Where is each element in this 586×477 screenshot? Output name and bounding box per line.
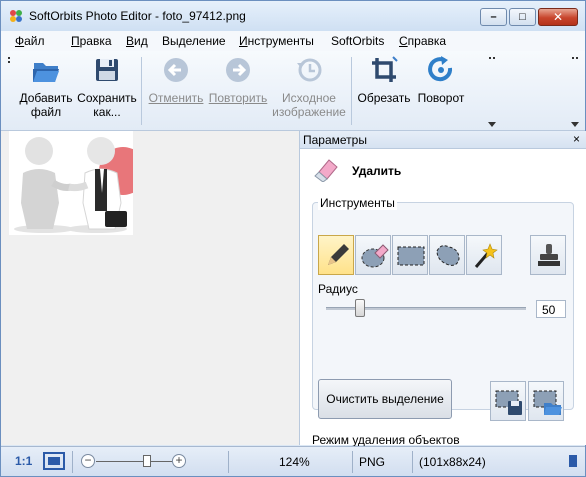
menu-bar: Файл Правка Вид Выделение Инструменты So…	[1, 31, 585, 51]
crop-button[interactable]: Обрезать	[357, 55, 411, 105]
rotate-button[interactable]: Поворот	[413, 55, 469, 105]
menu-view[interactable]: Вид	[126, 34, 148, 48]
menu-tools[interactable]: Инструменты	[239, 34, 314, 48]
save-selection-icon	[495, 390, 522, 415]
status-segment	[1, 451, 413, 473]
window-title: SoftOrbits Photo Editor - foto_97412.png	[29, 9, 246, 23]
radius-slider-thumb[interactable]	[355, 299, 365, 317]
close-window-button[interactable]: ✕	[538, 8, 578, 26]
app-window: SoftOrbits Photo Editor - foto_97412.png…	[0, 0, 586, 477]
main-toolbar: Добавить файл Сохранить как... Отменить	[1, 51, 585, 131]
minimize-icon: –	[490, 11, 497, 23]
eraser-icon	[314, 159, 338, 182]
image-canvas[interactable]	[1, 131, 299, 445]
maximize-button[interactable]: □	[509, 8, 536, 26]
tools-group-label: Инструменты	[318, 196, 397, 210]
pencil-tool-button[interactable]	[318, 235, 354, 275]
save-as-button[interactable]: Сохранить как...	[77, 55, 137, 119]
magic-wand-tool-button[interactable]	[466, 235, 502, 275]
toolbar-separator	[351, 57, 352, 125]
original-clock-icon	[297, 58, 322, 82]
undo-arrow-icon	[164, 58, 188, 82]
removal-mode-label: Режим удаления объектов	[312, 433, 460, 447]
pencil-icon	[328, 244, 349, 265]
lasso-tool-button[interactable]	[429, 235, 465, 275]
section-title: Удалить	[352, 164, 402, 178]
minimize-button[interactable]: –	[480, 8, 507, 26]
status-flag-icon	[569, 455, 577, 467]
redo-arrow-icon	[226, 58, 250, 82]
open-folder-icon	[33, 63, 59, 82]
toolbar-separator	[141, 57, 142, 125]
open-file-button[interactable]: Добавить файл	[17, 55, 75, 119]
stamp-tool-button[interactable]	[530, 235, 566, 275]
original-image-button[interactable]: Исходное изображение	[271, 55, 347, 119]
magic-wand-icon	[474, 243, 498, 268]
maximize-icon: □	[519, 11, 526, 23]
undo-button[interactable]: Отменить	[147, 55, 205, 105]
rotate-icon	[428, 56, 453, 82]
menu-help[interactable]: Справка	[399, 34, 446, 48]
rect-select-tool-button[interactable]	[392, 235, 428, 275]
lasso-selection-icon	[436, 245, 460, 266]
image-preview[interactable]	[9, 131, 133, 235]
save-selection-button[interactable]	[490, 381, 526, 421]
eraser-selection-icon	[361, 244, 389, 268]
stamp-icon	[538, 244, 560, 266]
load-selection-icon	[533, 390, 562, 415]
parameters-panel-header: Параметры ×	[300, 131, 586, 149]
toolbar-overflow-right[interactable]	[571, 55, 579, 127]
close-icon: ✕	[552, 10, 564, 24]
app-logo-icon	[10, 10, 22, 22]
radius-label: Радиус	[318, 282, 358, 296]
radius-value-field[interactable]: 50	[536, 300, 566, 318]
toolbar-overflow[interactable]	[488, 55, 496, 127]
toolbar-grip[interactable]	[5, 55, 13, 127]
rectangle-selection-icon	[397, 246, 425, 266]
parameters-panel-body: Удалить Инструменты Радиус 50 Очистить в…	[300, 149, 586, 447]
load-selection-button[interactable]	[528, 381, 564, 421]
redo-button[interactable]: Повторить	[207, 55, 269, 105]
clear-selection-button[interactable]: Очистить выделение	[318, 379, 452, 419]
crop-icon	[372, 56, 398, 82]
menu-edit[interactable]: Правка	[71, 34, 112, 48]
menu-file[interactable]: Файл	[15, 34, 45, 48]
status-bar: 1:1 − + 124% PNG (101x88x24)	[1, 446, 585, 476]
menu-selection[interactable]: Выделение	[162, 34, 226, 48]
close-panel-icon[interactable]: ×	[573, 132, 580, 146]
image-dimensions: (101x88x24)	[419, 455, 486, 469]
parameters-panel: Параметры × Удалить Инструменты Радиус 5…	[299, 131, 586, 447]
save-floppy-icon	[96, 59, 118, 81]
title-bar: SoftOrbits Photo Editor - foto_97412.png…	[1, 1, 585, 31]
business-handshake-image	[14, 137, 133, 233]
eraser-tool-button[interactable]	[355, 235, 391, 275]
menu-softorbits[interactable]: SoftOrbits	[331, 34, 384, 48]
